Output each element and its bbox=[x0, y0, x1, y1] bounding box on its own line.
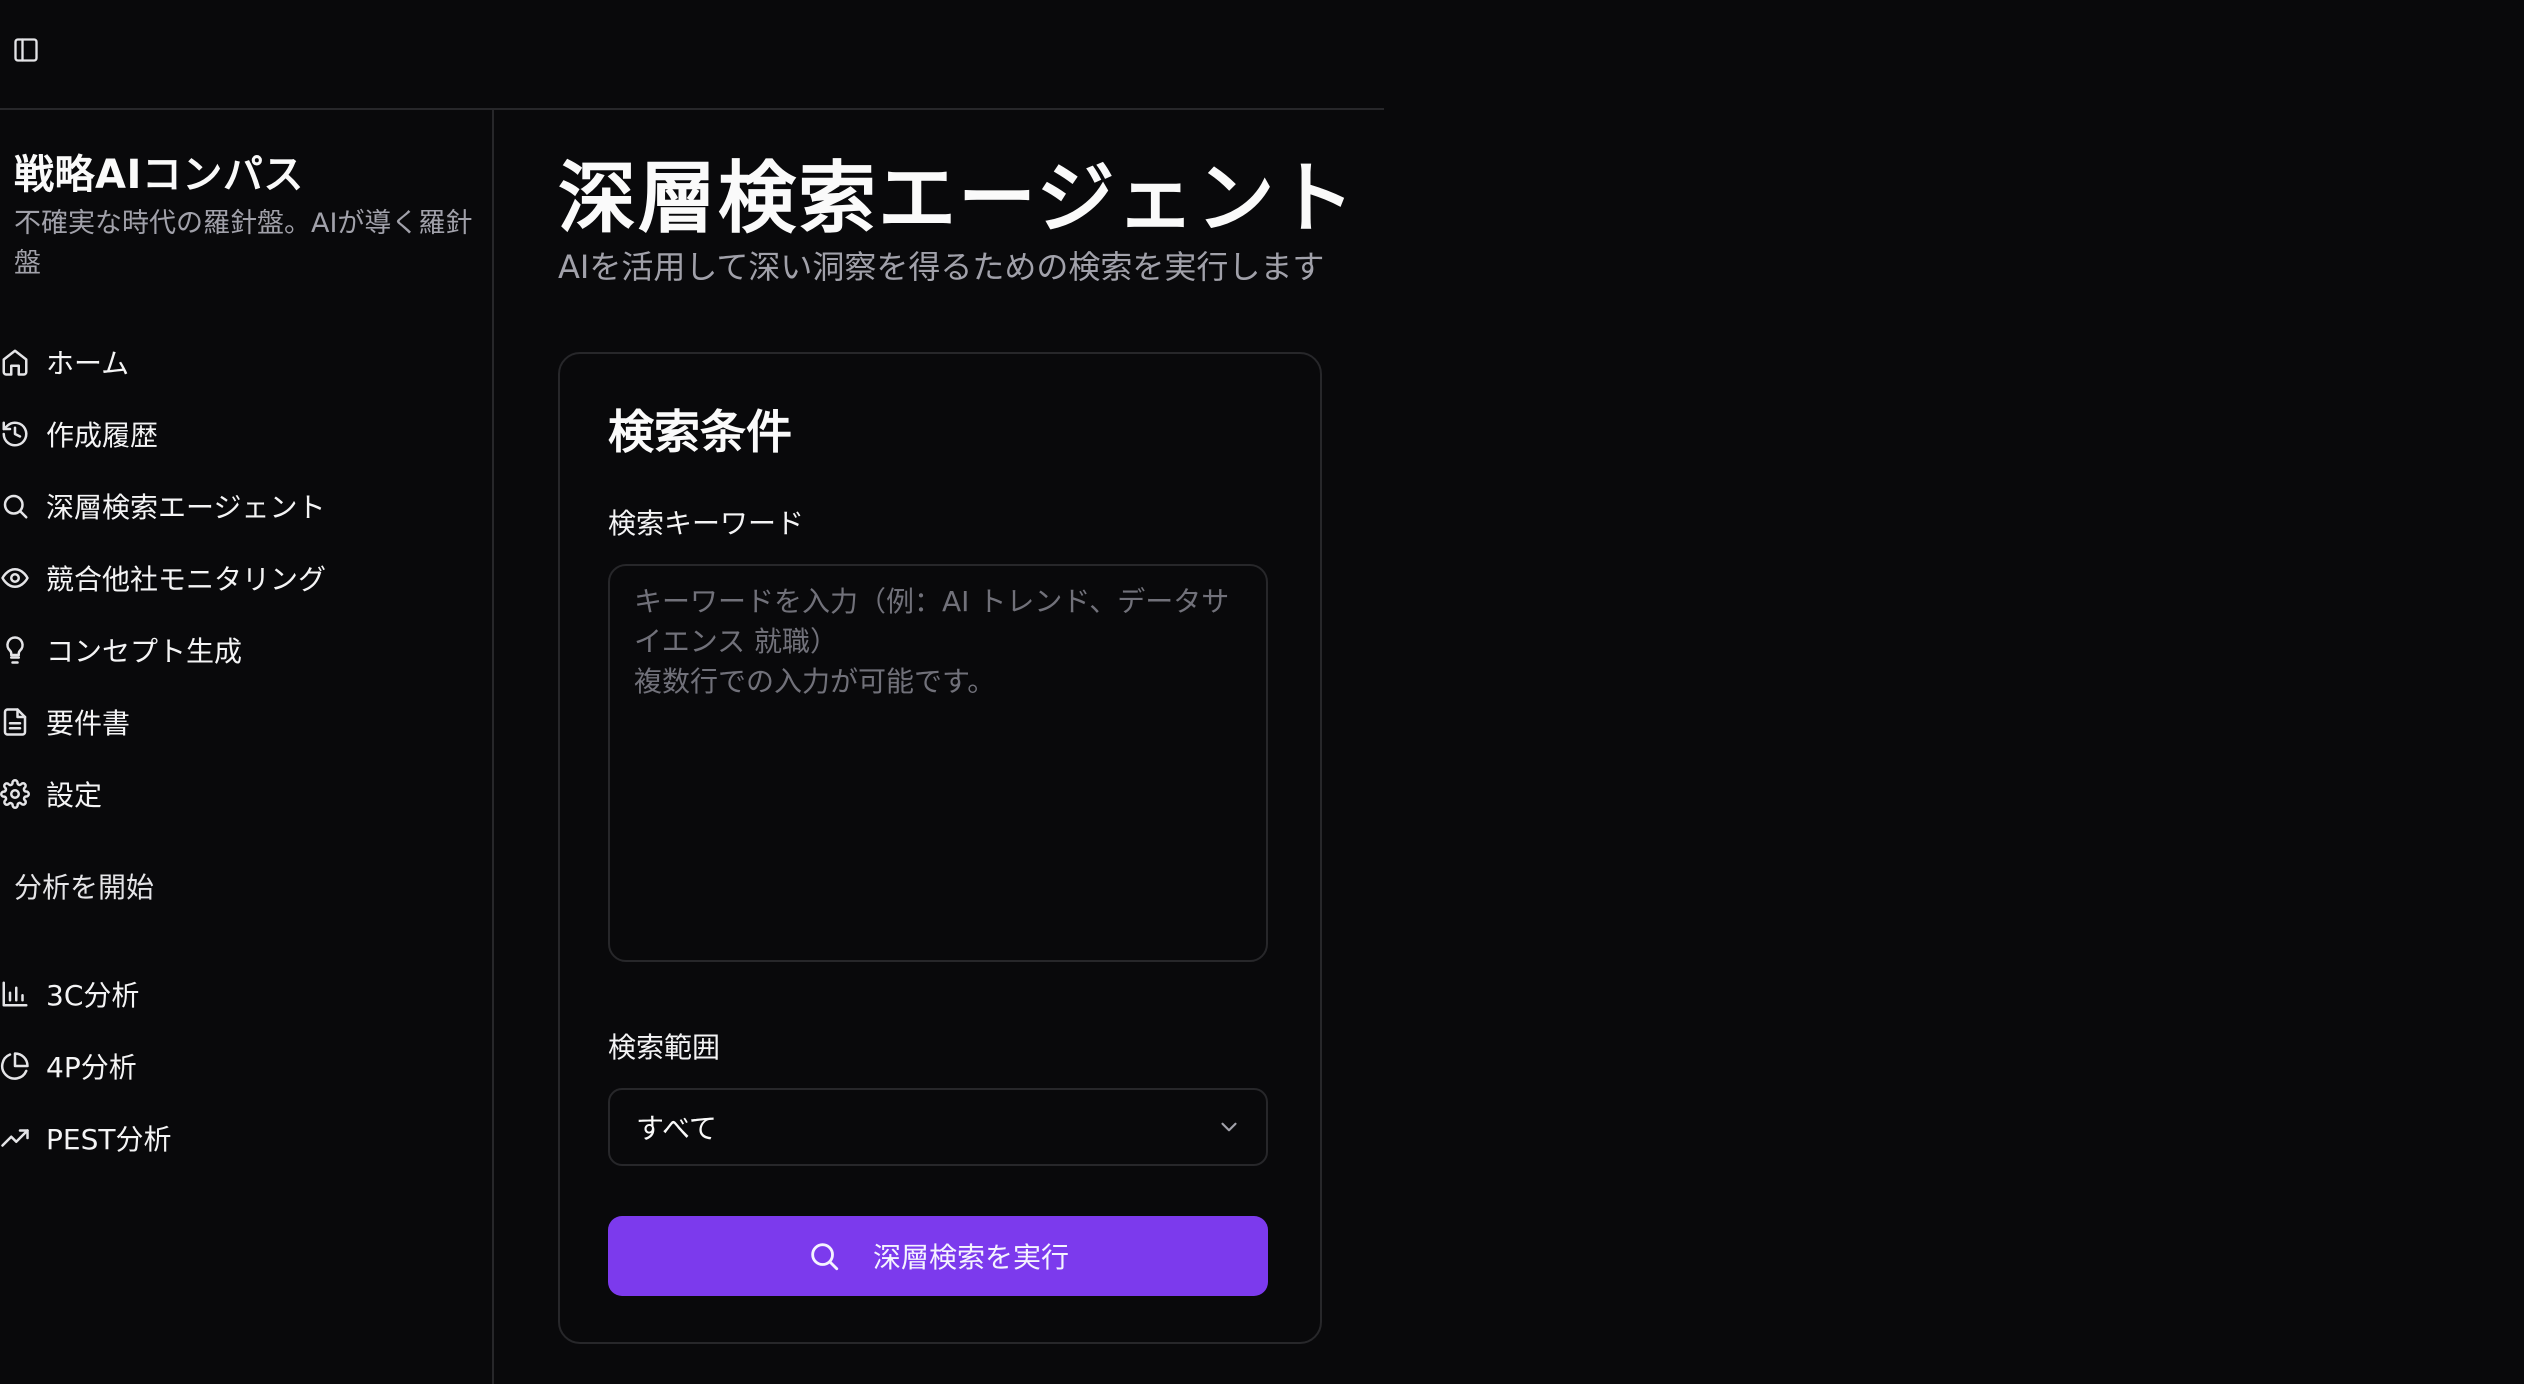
submit-label: 深層検索を実行 bbox=[872, 1241, 1069, 1274]
section-label-analysis: 分析を開始 bbox=[14, 871, 155, 904]
panel-left-icon bbox=[12, 36, 40, 68]
sidebar-item-home[interactable]: ホーム bbox=[0, 332, 492, 392]
sidebar-item-history[interactable]: 作成履歴 bbox=[0, 404, 492, 464]
scope-select[interactable]: すべて bbox=[608, 1088, 1268, 1166]
sidebar-item-deep-search[interactable]: 深層検索エージェント bbox=[0, 476, 492, 536]
sidebar-item-label: 設定 bbox=[46, 779, 103, 812]
top-bar bbox=[0, 0, 1384, 110]
sidebar-item-label: コンセプト生成 bbox=[46, 635, 243, 668]
sidebar-item-3c-analysis[interactable]: 3C分析 bbox=[0, 964, 492, 1024]
sidebar-item-label: 深層検索エージェント bbox=[46, 491, 326, 524]
pie-chart-icon bbox=[0, 1051, 30, 1081]
history-icon bbox=[0, 419, 30, 449]
sidebar: 戦略AIコンパス 不確実な時代の羅針盤。AIが導く羅針盤 ホーム 作成履歴 深層… bbox=[0, 110, 494, 1384]
page-subtitle: AIを活用して深い洞察を得るための検索を実行します bbox=[558, 248, 1325, 286]
brand-subtitle: 不確実な時代の羅針盤。AIが導く羅針盤 bbox=[14, 208, 473, 279]
trending-up-icon bbox=[0, 1123, 30, 1153]
brand-title: 戦略AIコンパス bbox=[14, 152, 304, 198]
sidebar-item-concept[interactable]: コンセプト生成 bbox=[0, 620, 492, 680]
chevron-down-icon bbox=[1216, 1114, 1242, 1140]
sidebar-item-label: 競合他社モニタリング bbox=[46, 563, 327, 596]
sidebar-item-competitor-monitoring[interactable]: 競合他社モニタリング bbox=[0, 548, 492, 608]
search-conditions-card: 検索条件 検索キーワード 検索範囲 すべて 深層検索を実行 bbox=[558, 352, 1322, 1344]
search-icon bbox=[807, 1239, 841, 1273]
scope-select-value: すべて bbox=[636, 1112, 717, 1145]
sidebar-item-label: PEST分析 bbox=[46, 1123, 172, 1156]
card-title: 検索条件 bbox=[608, 405, 792, 459]
home-icon bbox=[0, 347, 30, 377]
lightbulb-icon bbox=[0, 635, 30, 665]
search-icon bbox=[0, 491, 30, 521]
sidebar-item-requirements[interactable]: 要件書 bbox=[0, 692, 492, 752]
sidebar-item-label: 3C分析 bbox=[46, 979, 140, 1012]
document-icon bbox=[0, 707, 30, 737]
gear-icon bbox=[0, 779, 30, 809]
keyword-label: 検索キーワード bbox=[608, 507, 805, 540]
deep-search-submit-button[interactable]: 深層検索を実行 bbox=[608, 1216, 1268, 1296]
scope-label: 検索範囲 bbox=[608, 1031, 721, 1064]
sidebar-item-label: 作成履歴 bbox=[46, 419, 159, 452]
sidebar-item-label: ホーム bbox=[46, 347, 130, 380]
sidebar-item-label: 要件書 bbox=[46, 707, 131, 740]
eye-icon bbox=[0, 563, 30, 593]
page-title: 深層検索エージェント bbox=[558, 154, 1357, 244]
keyword-input[interactable] bbox=[608, 564, 1268, 962]
sidebar-item-label: 4P分析 bbox=[46, 1051, 137, 1084]
sidebar-item-pest-analysis[interactable]: PEST分析 bbox=[0, 1108, 492, 1168]
bar-chart-icon bbox=[0, 979, 30, 1009]
sidebar-item-settings[interactable]: 設定 bbox=[0, 764, 492, 824]
sidebar-toggle-button[interactable] bbox=[10, 36, 42, 68]
sidebar-item-4p-analysis[interactable]: 4P分析 bbox=[0, 1036, 492, 1096]
